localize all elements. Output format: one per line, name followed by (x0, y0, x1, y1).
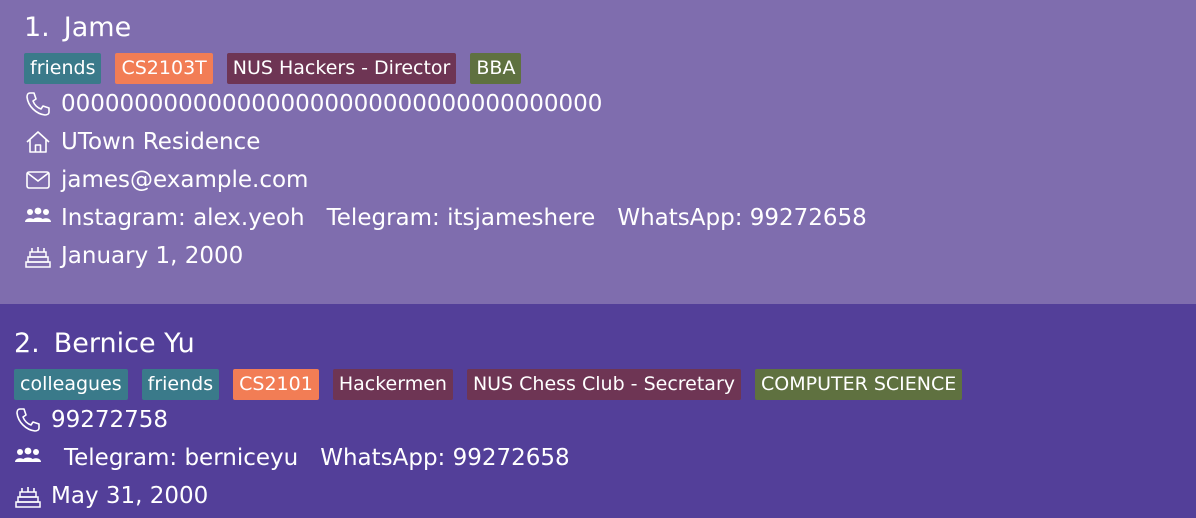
email-field: james@example.com (24, 165, 308, 195)
tag: BBA (470, 53, 522, 84)
tag: friends (24, 53, 102, 84)
social-telegram: Telegram: berniceyu (64, 445, 299, 471)
cake-icon (14, 482, 42, 510)
home-icon (24, 128, 52, 156)
address-field: UTown Residence (24, 127, 260, 157)
mail-icon (24, 166, 52, 194)
phone-icon (14, 406, 42, 434)
socials-field: Instagram: alex.yeoh Telegram: itsjamesh… (24, 203, 889, 233)
birthday-field: January 1, 2000 (24, 241, 243, 271)
person-index: 2. (14, 328, 40, 359)
phone-icon (24, 90, 52, 118)
tag: NUS Chess Club - Secretary (466, 369, 742, 400)
email-text: james@example.com (61, 167, 309, 193)
tag: Hackermen (332, 369, 453, 400)
phone-number: 0000000000000000000000000000000000000 (61, 91, 603, 117)
tag: CS2101 (233, 369, 319, 400)
tag-list: colleagues friends CS2101 Hackermen NUS … (14, 369, 963, 400)
tag: NUS Hackers - Director (226, 53, 457, 84)
birthday-text: May 31, 2000 (51, 483, 209, 509)
tag-list: friends CS2103T NUS Hackers - Director B… (24, 53, 522, 84)
birthday-field: May 31, 2000 (14, 481, 208, 511)
social-whatsapp: WhatsApp: 99272658 (617, 205, 867, 231)
tag: COMPUTER SCIENCE (755, 369, 963, 400)
person-name: Bernice Yu (53, 328, 195, 359)
phone-field: 0000000000000000000000000000000000000 (24, 89, 602, 119)
social-telegram: Telegram: itsjameshere (326, 205, 596, 231)
people-icon (14, 444, 42, 472)
person-name-row: 2. Bernice Yu (14, 328, 195, 360)
phone-field: 99272758 (14, 405, 168, 435)
person-name-row: 1. Jame (24, 12, 131, 44)
socials-field: Telegram: berniceyu WhatsApp: 99272658 (14, 443, 592, 473)
person-index: 1. (24, 12, 50, 43)
people-icon (24, 204, 52, 232)
tag: CS2103T (115, 53, 213, 84)
person-card-2[interactable]: 2. Bernice Yu colleagues friends CS2101 H… (0, 304, 1196, 518)
cake-icon (24, 242, 52, 270)
phone-number: 99272758 (51, 407, 169, 433)
social-instagram: Instagram: alex.yeoh (61, 205, 305, 231)
person-card-1[interactable]: 1. Jame friends CS2103T NUS Hackers - Dir… (0, 0, 1196, 304)
person-name: Jame (63, 12, 132, 43)
birthday-text: January 1, 2000 (61, 243, 244, 269)
address-text: UTown Residence (61, 129, 261, 155)
tag: colleagues (14, 369, 128, 400)
social-whatsapp: WhatsApp: 99272658 (320, 445, 570, 471)
tag: friends (141, 369, 220, 400)
